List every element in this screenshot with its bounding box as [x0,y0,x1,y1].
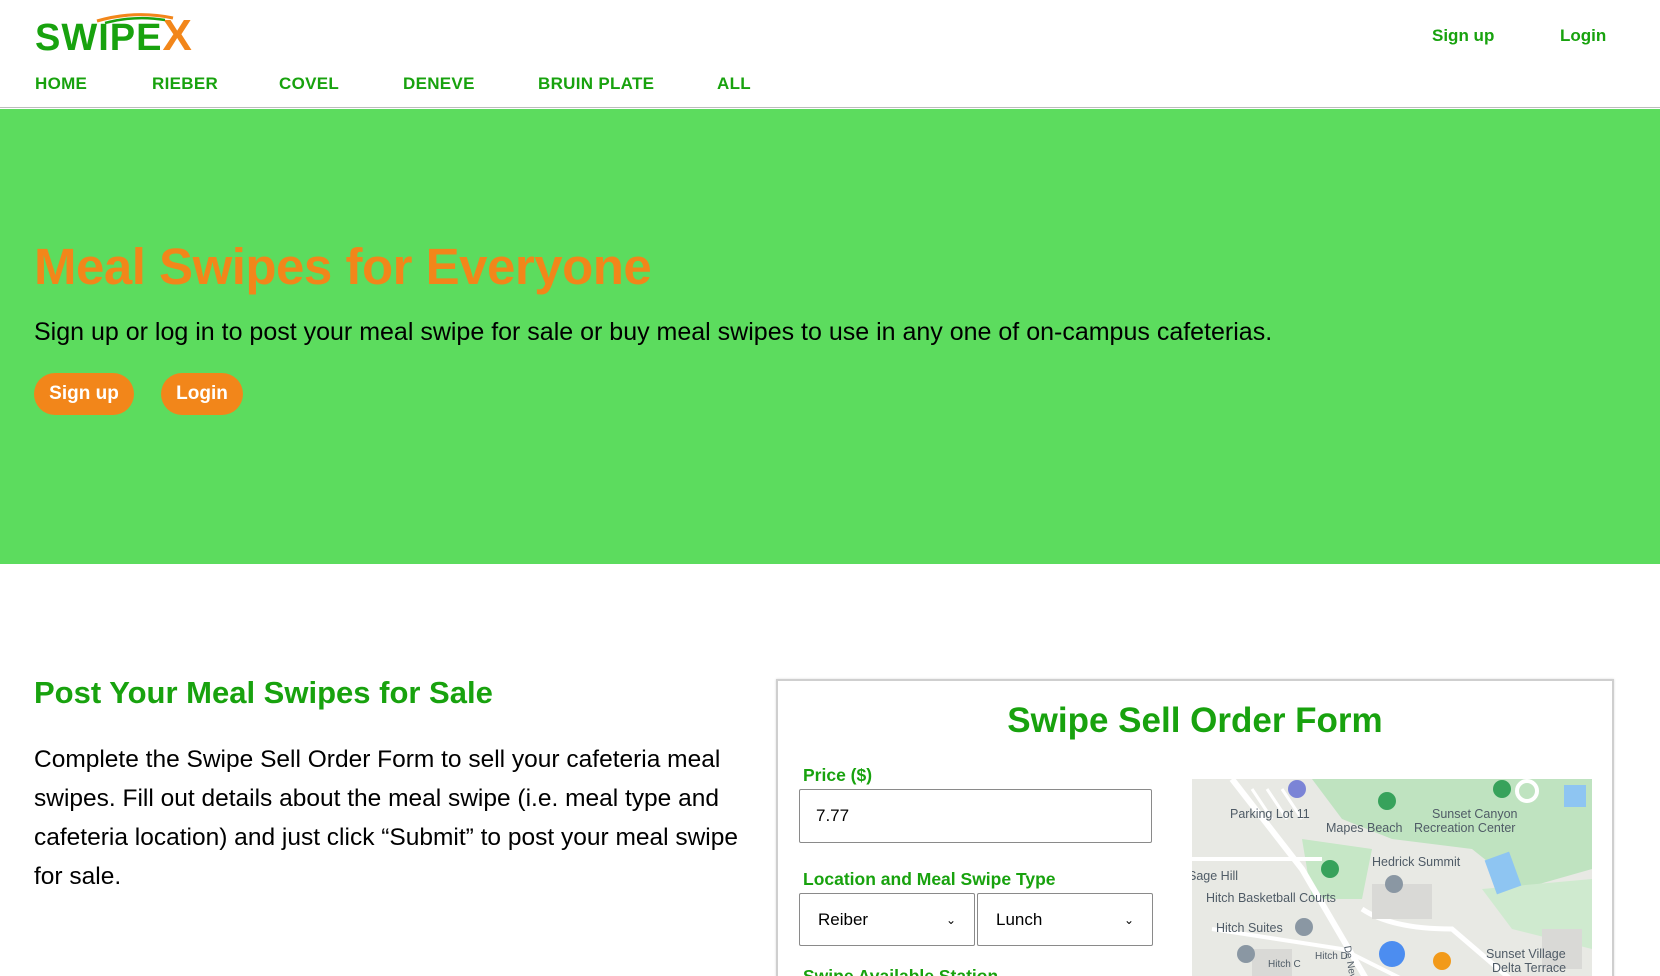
map-label: Hitch C [1268,959,1301,970]
chevron-down-icon: ⌄ [945,912,956,927]
nav-all[interactable]: ALL [717,74,751,94]
chevron-down-icon: ⌄ [1123,912,1134,927]
swipex-logo[interactable]: SWIPEX [35,12,192,58]
nav-deneve[interactable]: DENEVE [403,74,475,94]
header-login-link[interactable]: Login [1560,26,1606,46]
nav-rieber[interactable]: RIEBER [152,74,218,94]
location-select-value: Reiber [818,909,869,929]
location-label: Location and Meal Swipe Type [803,869,1056,889]
hero-subtitle: Sign up or log in to post your meal swip… [34,318,1273,346]
logo-swish-icon [96,13,174,24]
post-section-description: Complete the Swipe Sell Order Form to se… [34,746,738,890]
hero-login-button[interactable]: Login [161,373,243,415]
nav-covel[interactable]: COVEL [279,74,339,94]
map-label: Sage Hill [1192,869,1239,883]
map-label: Hitch Suites [1216,921,1283,935]
meal-type-select[interactable]: Lunch ⌄ [977,893,1153,946]
sell-order-form: Swipe Sell Order Form Price ($) Location… [776,679,1614,976]
map-label: Delta Terrace [1492,961,1567,975]
form-title: Swipe Sell Order Form [1007,701,1383,740]
campus-map[interactable]: Parking Lot 11 Sunset Canyon Mapes Beach… [1192,779,1592,976]
map-label: Recreation Center [1414,821,1516,835]
hero-banner: Meal Swipes for Everyone Sign up or log … [0,109,1660,564]
nav-bruin-plate[interactable]: BRUIN PLATE [538,74,654,94]
map-label: Mapes Beach [1326,821,1403,835]
hero-signup-button[interactable]: Sign up [34,373,134,415]
site-header: SWIPEX Sign up Login HOME RIEBER COVEL D… [0,0,1660,108]
post-section-title: Post Your Meal Swipes for Sale [34,675,493,710]
map-label: Sunset Village [1486,947,1566,961]
map-label: Hitch Basketball Courts [1206,891,1336,905]
meal-type-select-value: Lunch [996,909,1043,929]
station-label: Swipe Available Station [803,966,999,976]
price-label: Price ($) [803,765,873,785]
header-signup-link[interactable]: Sign up [1432,26,1494,46]
nav-home[interactable]: HOME [35,74,87,94]
price-input[interactable] [799,789,1152,843]
map-label: Parking Lot 11 [1230,807,1310,821]
location-select[interactable]: Reiber ⌄ [799,893,975,946]
map-label: Hedrick Summit [1372,855,1461,869]
hero-title: Meal Swipes for Everyone [34,238,652,295]
map-label: Sunset Canyon [1432,807,1518,821]
